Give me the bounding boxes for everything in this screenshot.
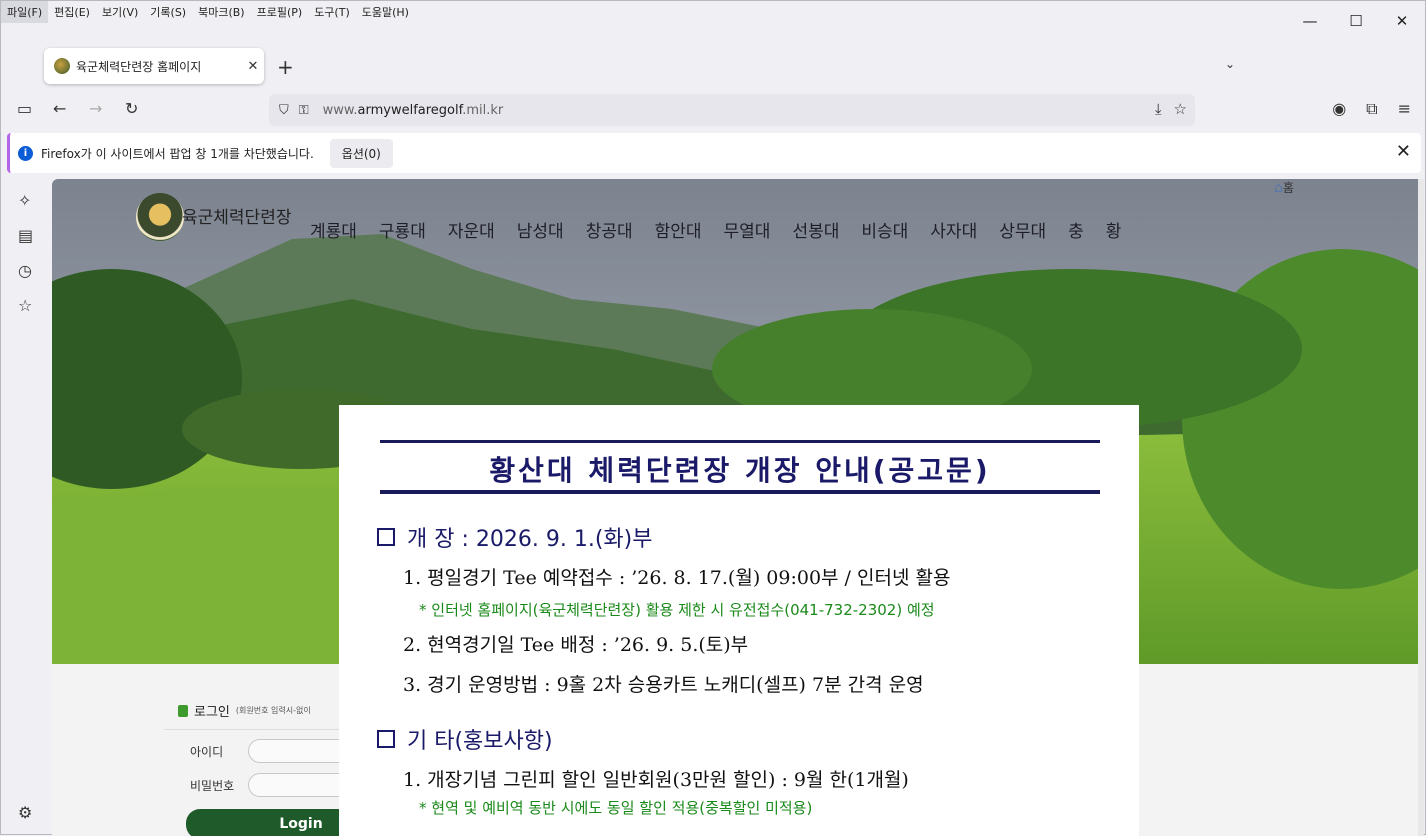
menu-edit[interactable]: 편집(E) bbox=[48, 1, 96, 23]
reload-icon[interactable]: ↻ bbox=[125, 99, 138, 118]
section-opening: 개 장 : 2026. 9. 1.(화)부 bbox=[377, 521, 652, 553]
url-bar[interactable]: ⛉ ⚿ www.armywelfaregolf.mil.kr ⤓ ☆ bbox=[269, 94, 1195, 126]
browser-window: 파일(F) 편집(E) 보기(V) 기록(S) 북마크(B) 프로필(P) 도구… bbox=[0, 0, 1426, 836]
title-rule-top bbox=[380, 440, 1100, 443]
nav-item-muyeoldae[interactable]: 무열대 bbox=[724, 217, 771, 242]
menu-bookmarks[interactable]: 북마크(B) bbox=[192, 1, 251, 23]
menu-help[interactable]: 도움말(H) bbox=[356, 1, 415, 23]
menu-view[interactable]: 보기(V) bbox=[96, 1, 144, 23]
nav-item-chung[interactable]: 충 bbox=[1068, 217, 1084, 242]
maximize-button[interactable]: ☐ bbox=[1333, 1, 1379, 41]
popup-title: 황산대 체력단련장 개장 안내(공고문) bbox=[489, 454, 991, 487]
menu-profile[interactable]: 프로필(P) bbox=[251, 1, 309, 23]
nav-item-gyeryongdae[interactable]: 계룡대 bbox=[310, 217, 357, 242]
site-favicon-icon bbox=[54, 58, 70, 74]
login-title: 로그인 (회원번호 입력시-없이 bbox=[178, 701, 311, 720]
section-box-icon bbox=[377, 528, 395, 546]
login-bullet-icon bbox=[178, 704, 188, 717]
section-box-icon bbox=[377, 730, 395, 748]
tab-title: 육군체력단련장 홈페이지 bbox=[76, 59, 202, 74]
nav-item-hwang[interactable]: 황 bbox=[1106, 217, 1122, 242]
id-label: 아이디 bbox=[190, 745, 224, 759]
save-page-icon[interactable]: ⤓ bbox=[1155, 100, 1162, 118]
menu-tools[interactable]: 도구(T) bbox=[308, 1, 356, 23]
nav-item-jaundae[interactable]: 자운대 bbox=[448, 217, 495, 242]
notice-popup: 황산대 체력단련장 개장 안내(공고문) 개 장 : 2026. 9. 1.(화… bbox=[339, 405, 1139, 836]
nav-item-namseongdae[interactable]: 남성대 bbox=[517, 217, 564, 242]
menu-bar: 파일(F) 편집(E) 보기(V) 기록(S) 북마크(B) 프로필(P) 도구… bbox=[1, 1, 1425, 23]
page-scrollbar[interactable] bbox=[1418, 179, 1424, 836]
nav-item-haman[interactable]: 함안대 bbox=[655, 217, 702, 242]
tab-active[interactable]: 육군체력단련장 홈페이지 ✕ bbox=[44, 48, 264, 84]
home-icon: ⌂ bbox=[1274, 180, 1283, 196]
navigation-toolbar: ▭ ← → ↻ ⛉ ⚿ www.armywelfaregolf.mil.kr ⤓… bbox=[1, 91, 1425, 129]
notice-item-3: 3. 경기 운영방법 : 9홀 2차 승용카트 노캐디(셀프) 7분 간격 운영 bbox=[403, 674, 924, 696]
url-text[interactable]: www.armywelfaregolf.mil.kr bbox=[323, 103, 504, 118]
tab-strip: 육군체력단련장 홈페이지 ✕ + ⌄ bbox=[1, 41, 1425, 91]
notification-message: Firefox가 이 사이트에서 팝업 창 1개를 차단했습니다. bbox=[41, 146, 314, 161]
menu-history[interactable]: 기록(S) bbox=[144, 1, 192, 23]
notice-note-2: * 현역 및 예비역 동반 시에도 동일 할인 적용(중복할인 미적용) bbox=[419, 799, 813, 817]
window-controls: — ☐ ✕ bbox=[1287, 1, 1425, 41]
home-link[interactable]: ⌂홈 bbox=[1274, 179, 1294, 196]
browser-sidebar: ✧ ▤ ◷ ☆ ⚙ bbox=[1, 179, 51, 836]
notice-item-1: 1. 평일경기 Tee 예약접수 : ’26. 8. 17.(월) 09:00부… bbox=[403, 567, 951, 589]
nav-item-changgongdae[interactable]: 창공대 bbox=[586, 217, 633, 242]
permissions-icon[interactable]: ⚿ bbox=[299, 103, 309, 118]
notice-item-2: 2. 현역경기일 Tee 배정 : ’26. 9. 5.(토)부 bbox=[403, 634, 749, 656]
options-button[interactable]: 옵션(0) bbox=[329, 138, 393, 168]
notice-item-4: 1. 개장기념 그린피 할인 일반회원(3만원 할인) : 9월 한(1개월) bbox=[403, 769, 909, 791]
site-main-nav: 계룡대 구룡대 자운대 남성대 창공대 함안대 무열대 선봉대 비승대 사자대 … bbox=[310, 217, 1143, 242]
popup-blocked-notification: i Firefox가 이 사이트에서 팝업 창 1개를 차단했습니다. 옵션(0… bbox=[7, 133, 1421, 173]
minimize-button[interactable]: — bbox=[1287, 1, 1333, 41]
tab-close-icon[interactable]: ✕ bbox=[242, 59, 264, 74]
list-all-tabs-icon[interactable]: ⌄ bbox=[1225, 57, 1235, 71]
bookmarks-icon[interactable]: ☆ bbox=[18, 296, 32, 315]
back-icon[interactable]: ← bbox=[53, 99, 66, 118]
nav-item-seonbongdae[interactable]: 선봉대 bbox=[792, 217, 839, 242]
nav-item-guryongdae[interactable]: 구룡대 bbox=[379, 217, 426, 242]
app-menu-icon[interactable]: ≡ bbox=[1398, 99, 1411, 119]
site-logo-emblem[interactable] bbox=[136, 193, 184, 241]
password-label: 비밀번호 bbox=[190, 779, 235, 793]
nav-item-sangmudae[interactable]: 상무대 bbox=[999, 217, 1046, 242]
title-rule-bottom bbox=[380, 490, 1100, 494]
close-notification-icon[interactable]: ✕ bbox=[1396, 141, 1411, 162]
tracking-shield-icon[interactable]: ⛉ bbox=[279, 103, 289, 118]
info-icon: i bbox=[18, 145, 33, 161]
ai-chatbot-icon[interactable]: ✧ bbox=[18, 191, 31, 210]
notice-note-1: * 인터넷 홈페이지(육군체력단련장) 활용 제한 시 유전접수(041-732… bbox=[419, 601, 935, 619]
bookmark-star-icon[interactable]: ☆ bbox=[1174, 100, 1187, 118]
login-hint: (회원번호 입력시-없이 bbox=[235, 706, 311, 715]
account-icon[interactable]: ◉ bbox=[1332, 99, 1346, 119]
nav-item-sajadae[interactable]: 사자대 bbox=[930, 217, 977, 242]
history-icon[interactable]: ◷ bbox=[18, 261, 32, 280]
close-window-button[interactable]: ✕ bbox=[1379, 1, 1425, 41]
section-other: 기 타(홍보사항) bbox=[377, 723, 553, 755]
settings-gear-icon[interactable]: ⚙ bbox=[18, 803, 32, 822]
sidebar-toggle-icon[interactable]: ▭ bbox=[17, 99, 32, 118]
extensions-icon[interactable]: ⧉ bbox=[1366, 99, 1377, 119]
menu-file[interactable]: 파일(F) bbox=[1, 1, 49, 23]
nav-item-biseungdae[interactable]: 비승대 bbox=[861, 217, 908, 242]
site-logo-text[interactable]: 육군체력단련장 bbox=[182, 203, 291, 228]
forward-icon[interactable]: → bbox=[89, 99, 102, 118]
synced-tabs-icon[interactable]: ▤ bbox=[18, 226, 33, 245]
page-viewport: 육군체력단련장 ⌂홈 계룡대 구룡대 자운대 남성대 창공대 함안대 무열대 선… bbox=[52, 179, 1424, 836]
new-tab-button[interactable]: + bbox=[277, 55, 294, 79]
